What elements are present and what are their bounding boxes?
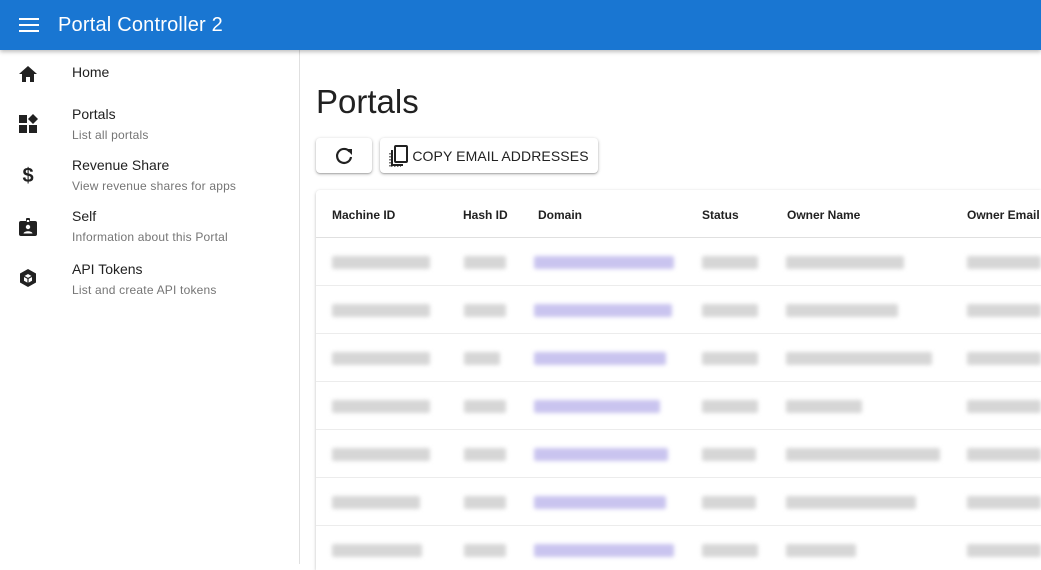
redacted-cell[interactable] bbox=[534, 304, 672, 317]
redacted-cell bbox=[967, 544, 1041, 557]
menu-button[interactable] bbox=[0, 0, 58, 50]
redacted-cell[interactable] bbox=[534, 256, 674, 269]
redacted-cell bbox=[786, 448, 940, 461]
dashboard-icon bbox=[17, 113, 39, 135]
app-title: Portal Controller 2 bbox=[58, 13, 223, 36]
table-row[interactable] bbox=[316, 478, 1041, 526]
nav-item-portals[interactable]: Portals List all portals bbox=[0, 100, 299, 151]
app-bar: Portal Controller 2 bbox=[0, 0, 1041, 50]
table-row[interactable] bbox=[316, 526, 1041, 570]
redacted-cell bbox=[702, 496, 756, 509]
redacted-cell bbox=[702, 304, 758, 317]
table-row[interactable] bbox=[316, 334, 1041, 382]
redacted-cell bbox=[464, 400, 506, 413]
redacted-cell bbox=[702, 448, 756, 461]
redacted-cell bbox=[464, 352, 500, 365]
redacted-cell bbox=[967, 352, 1041, 365]
refresh-icon bbox=[335, 147, 353, 164]
redacted-cell bbox=[967, 304, 1041, 317]
redacted-cell bbox=[332, 448, 430, 461]
table-row[interactable] bbox=[316, 382, 1041, 430]
nav-item-description: List all portals bbox=[72, 128, 149, 142]
redacted-cell bbox=[332, 256, 430, 269]
nav-item-self[interactable]: Self Information about this Portal bbox=[0, 202, 299, 253]
dollar-icon: $ bbox=[17, 164, 39, 186]
column-header-owner-name[interactable]: Owner Name bbox=[787, 208, 860, 222]
redacted-cell bbox=[702, 256, 758, 269]
redacted-cell bbox=[464, 256, 506, 269]
redacted-cell bbox=[967, 400, 1041, 413]
redacted-cell bbox=[967, 448, 1041, 461]
table-row[interactable] bbox=[316, 286, 1041, 334]
nav-item-description: View revenue shares for apps bbox=[72, 179, 237, 193]
nav-drawer: Home Portals List all portals $ Revenue … bbox=[0, 50, 300, 564]
menu-icon bbox=[19, 18, 39, 32]
redacted-cell bbox=[702, 400, 758, 413]
nav-item-api-tokens[interactable]: API Tokens List and create API tokens bbox=[0, 253, 299, 304]
nav-item-description: Information about this Portal bbox=[72, 230, 228, 244]
redacted-cell bbox=[464, 304, 506, 317]
redacted-cell[interactable] bbox=[534, 400, 660, 413]
redacted-cell[interactable] bbox=[534, 544, 674, 557]
nav-item-label: Revenue Share bbox=[72, 157, 170, 173]
redacted-cell bbox=[332, 400, 430, 413]
redacted-cell bbox=[786, 352, 932, 365]
redacted-cell bbox=[967, 496, 1041, 509]
refresh-button[interactable] bbox=[316, 138, 372, 173]
cube-icon bbox=[17, 267, 39, 289]
redacted-cell bbox=[464, 496, 506, 509]
column-header-machine-id[interactable]: Machine ID bbox=[332, 208, 395, 222]
redacted-cell bbox=[786, 400, 862, 413]
redacted-cell bbox=[786, 544, 856, 557]
svg-text:$: $ bbox=[22, 165, 33, 185]
copy-icon bbox=[389, 144, 409, 167]
nav-item-home[interactable]: Home bbox=[0, 50, 299, 100]
table-header: Machine ID Hash ID Domain Status Owner N… bbox=[316, 190, 1041, 238]
redacted-cell[interactable] bbox=[534, 448, 668, 461]
redacted-cell bbox=[332, 304, 430, 317]
redacted-cell bbox=[332, 352, 430, 365]
redacted-cell[interactable] bbox=[534, 352, 666, 365]
home-icon bbox=[17, 63, 39, 85]
main-content: Portals COPY EMAIL ADDRESSES Machine ID … bbox=[300, 50, 1041, 570]
redacted-cell bbox=[967, 256, 1041, 269]
nav-item-label: API Tokens bbox=[72, 261, 143, 277]
table-row[interactable] bbox=[316, 430, 1041, 478]
column-header-hash-id[interactable]: Hash ID bbox=[463, 208, 508, 222]
column-header-status[interactable]: Status bbox=[702, 208, 739, 222]
copy-email-addresses-label: COPY EMAIL ADDRESSES bbox=[412, 147, 589, 164]
copy-email-addresses-button[interactable]: COPY EMAIL ADDRESSES bbox=[380, 138, 598, 173]
redacted-cell bbox=[786, 496, 916, 509]
nav-item-label: Self bbox=[72, 208, 97, 224]
nav-item-revenue-share[interactable]: $ Revenue Share View revenue shares for … bbox=[0, 151, 299, 202]
redacted-cell bbox=[464, 544, 506, 557]
badge-icon bbox=[17, 216, 39, 238]
redacted-cell bbox=[332, 544, 422, 557]
nav-item-label: Portals bbox=[72, 106, 116, 122]
table-row[interactable] bbox=[316, 238, 1041, 286]
column-header-owner-email[interactable]: Owner Email bbox=[967, 208, 1040, 222]
redacted-cell bbox=[786, 256, 904, 269]
redacted-cell bbox=[702, 352, 758, 365]
page-title: Portals bbox=[316, 83, 419, 120]
redacted-cell bbox=[332, 496, 420, 509]
nav-item-label: Home bbox=[72, 64, 110, 80]
column-header-domain[interactable]: Domain bbox=[538, 208, 582, 222]
nav-item-description: List and create API tokens bbox=[72, 283, 217, 297]
redacted-cell bbox=[786, 304, 898, 317]
redacted-cell bbox=[702, 544, 758, 557]
redacted-cell bbox=[464, 448, 506, 461]
portals-table: Machine ID Hash ID Domain Status Owner N… bbox=[316, 190, 1041, 570]
redacted-cell[interactable] bbox=[534, 496, 666, 509]
